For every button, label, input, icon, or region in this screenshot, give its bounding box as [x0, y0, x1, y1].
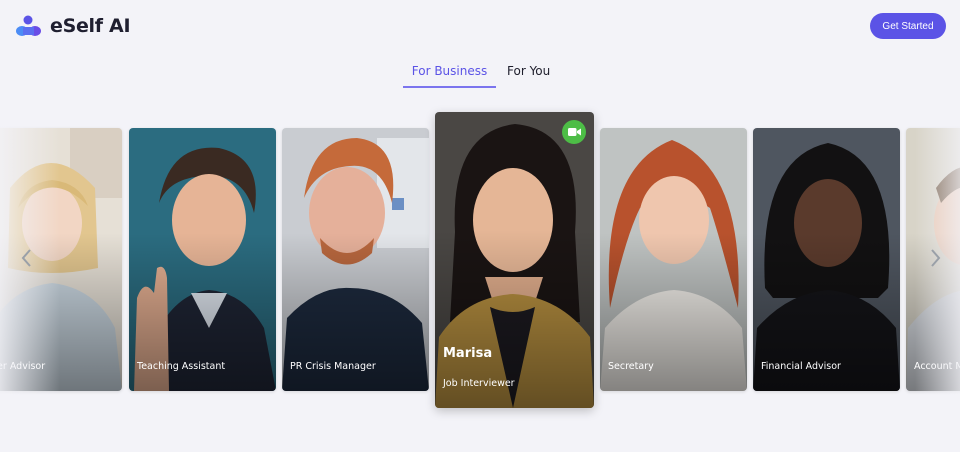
persona-card-marisa[interactable]: Marisa Job Interviewer — [435, 112, 594, 408]
persona-role: Teaching Assistant — [137, 361, 226, 372]
persona-role: ...er Advisor — [0, 361, 46, 372]
video-camera-icon — [567, 128, 581, 136]
persona-carousel: ...er Advisor Teaching Assistant PR Cris… — [0, 0, 960, 452]
carousel-prev-button[interactable] — [16, 246, 36, 270]
persona-name: Marisa — [443, 346, 493, 361]
persona-card-financial-advisor[interactable]: Financial Advisor — [753, 128, 900, 391]
persona-card-secretary[interactable]: Secretary — [600, 128, 747, 391]
persona-card-teaching-assistant[interactable]: Teaching Assistant — [129, 128, 276, 391]
persona-role: Account M... — [914, 361, 960, 372]
persona-role: Job Interviewer — [443, 378, 515, 389]
persona-role: Secretary — [608, 361, 654, 372]
chevron-left-icon — [21, 249, 31, 267]
carousel-next-button[interactable] — [926, 246, 946, 270]
chevron-right-icon — [931, 249, 941, 267]
persona-role: Financial Advisor — [761, 361, 841, 372]
persona-role: PR Crisis Manager — [290, 361, 376, 372]
video-call-button[interactable] — [562, 120, 586, 144]
persona-card-pr-crisis-manager[interactable]: PR Crisis Manager — [282, 128, 429, 391]
